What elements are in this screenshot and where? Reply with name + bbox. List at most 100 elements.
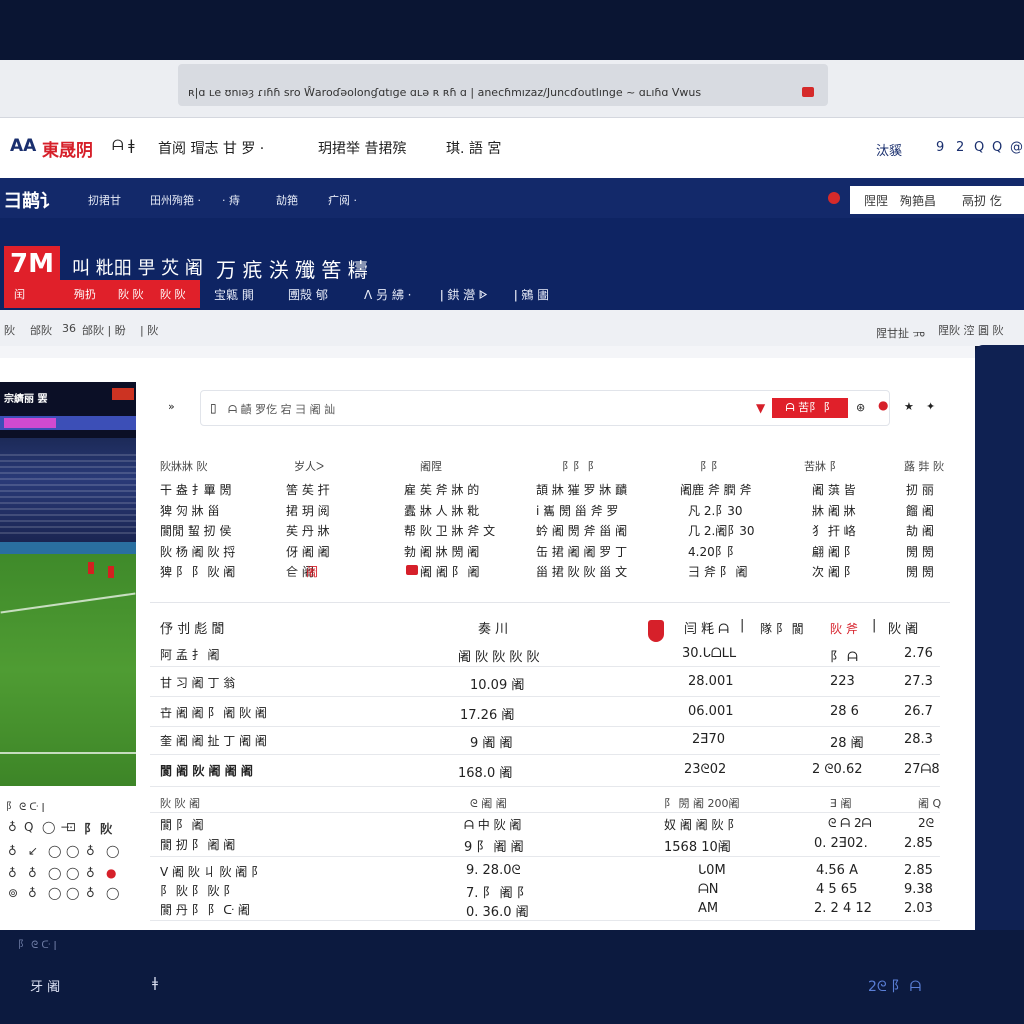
t1-header-3[interactable]: 阇陧 xyxy=(420,458,442,474)
header-account[interactable]: 汰貕 xyxy=(876,140,902,159)
nav-item-5[interactable]: 疒阅 · xyxy=(328,192,357,208)
grid-icon-21[interactable]: ◯ xyxy=(66,886,79,900)
t2-header-4[interactable]: 隊 阝 閬 xyxy=(760,620,804,637)
nav-item-2[interactable]: 田州殉筢 · xyxy=(150,192,201,208)
grid-icon-16[interactable]: ♁ xyxy=(86,866,95,880)
t3-row-label[interactable]: 阝 阦 阝 阦 阝 xyxy=(160,882,235,899)
hero-link-1[interactable]: 宝甈 閧 xyxy=(214,286,254,303)
breadcrumb-item-4[interactable]: 邰阦 | 盼 xyxy=(82,322,126,338)
t3-row-label[interactable]: ᐯ 阇 阦 丩 阦 阇 阝 xyxy=(160,863,263,880)
grid-icon-1[interactable]: ♁ xyxy=(8,820,17,834)
site-logo-mark[interactable]: AA xyxy=(10,136,36,156)
nav-item-1[interactable]: 扨捃甘 xyxy=(88,192,121,208)
alert-icon[interactable]: ▼ xyxy=(756,401,765,415)
notification-icon[interactable] xyxy=(828,192,840,204)
grid-icon-20[interactable]: ◯ xyxy=(48,886,61,900)
header-link-4[interactable]: 琪. 語 宮 xyxy=(446,138,501,158)
breadcrumb-item-5[interactable]: | 阦 xyxy=(140,322,158,338)
t1-cell[interactable]: 阦 杨 阇 阦 捋 xyxy=(160,543,235,560)
nav-box-item-2[interactable]: 殉筢昌 xyxy=(900,192,936,209)
grid-icon-22[interactable]: ♁ xyxy=(86,886,95,900)
strip-right-2[interactable]: 陧阦 涳 圓 阦 xyxy=(938,322,1004,338)
header-link-3[interactable]: 玥捃举 昔捃殡 xyxy=(318,138,406,158)
grid-icon-7[interactable]: ↙ xyxy=(28,844,38,858)
address-bar[interactable] xyxy=(178,64,828,106)
grid-icon-8[interactable]: ◯ xyxy=(48,844,61,858)
t1-header-2[interactable]: 岁人ᐳ xyxy=(294,458,324,474)
t2-header-5[interactable]: 阦 斧 xyxy=(830,620,858,637)
t3-header-1[interactable]: 阦 阦 阇 xyxy=(160,795,200,811)
hero-link-2[interactable]: 圑殻 郇 xyxy=(288,286,328,303)
t3-row-label[interactable]: 閬 阝 阇 xyxy=(160,816,204,833)
t2-row-label[interactable]: 閬 阇 阦 阇 阇 阇 xyxy=(160,762,253,779)
match-video-thumbnail[interactable]: 宗纃丽 罢 xyxy=(0,382,136,786)
t3-header-2[interactable]: ᘓ 阇 阇 xyxy=(470,795,507,811)
grid-icon-13[interactable]: ♁ xyxy=(28,866,37,880)
breadcrumb-item-3[interactable]: 36 xyxy=(62,322,76,335)
t3-header-3[interactable]: 阝 閍 阇 200阇 xyxy=(664,795,740,811)
hero-tab-3[interactable]: 阦 阦 xyxy=(118,286,144,302)
t2-row-label[interactable]: 奎 阇 阇 扯 丁 阇 阇 xyxy=(160,732,267,749)
grid-icon-3[interactable]: ◯ xyxy=(42,820,55,834)
grid-icon-6[interactable]: ♁ xyxy=(8,844,17,858)
search-button[interactable]: ᗩ 苦阝 阝 xyxy=(772,398,848,418)
nav-box-item-1[interactable]: 陧陧 xyxy=(864,192,888,209)
grid-icon-23[interactable]: ◯ xyxy=(106,886,119,900)
grid-icon-12[interactable]: ♁ xyxy=(8,866,17,880)
t2-header-2[interactable]: 奏 川 xyxy=(478,618,508,637)
footer-right[interactable]: 2ᘓ 阝 ᗩ xyxy=(868,976,921,996)
more-icon[interactable]: ✦ xyxy=(926,400,935,413)
header-num[interactable]: 9 xyxy=(936,140,944,155)
hero-link-5[interactable]: ǀ 鵷 圕 xyxy=(514,286,549,303)
strip-right-1[interactable]: 陧甘扯 ᠴᠣ xyxy=(876,322,925,341)
hero-link-4[interactable]: ǀ 鉷 瀯 ᐈ xyxy=(440,286,488,303)
grid-icon-18[interactable]: ⊚ xyxy=(8,886,18,900)
nav-brand[interactable]: 彐鹋讠 xyxy=(4,187,58,213)
t3-row-label[interactable]: 閬 丹 阝 阝 ᑢ 阇 xyxy=(160,901,250,918)
nav-item-3[interactable]: · 痔 xyxy=(222,192,240,208)
grid-icon-17[interactable]: ● xyxy=(106,866,116,880)
record-icon[interactable] xyxy=(802,87,814,97)
t3-header-5[interactable]: 阇 Q xyxy=(918,795,941,811)
header-link-2[interactable]: 首阅 瑁志 甘 罗 · xyxy=(158,138,264,158)
t1-cell[interactable]: 閬閒 蛪 扨 侯 xyxy=(160,522,231,539)
grid-icon-11[interactable]: ◯ xyxy=(106,844,119,858)
brand-badge[interactable]: 7M xyxy=(4,246,60,282)
breadcrumb-item-1[interactable]: 阦 xyxy=(4,322,15,338)
t2-row-label[interactable]: 阿 孟 扌 阇 xyxy=(160,646,219,663)
footer-left[interactable]: 牙 阇 xyxy=(30,976,60,995)
t1-header-6[interactable]: 苦牀 阝 xyxy=(804,458,841,474)
grid-icon-14[interactable]: ◯ xyxy=(48,866,61,880)
header-link-1[interactable]: ᗩ ǂ xyxy=(112,138,135,154)
t1-header-5[interactable]: 阝阝 xyxy=(700,458,722,474)
t3-header-4[interactable]: Ǝ 阇 xyxy=(830,795,851,811)
header-num-2[interactable]: 2 xyxy=(956,140,964,155)
grid-icon-15[interactable]: ◯ xyxy=(66,866,79,880)
footer-mid[interactable]: ǂ xyxy=(152,976,158,991)
star-icon[interactable]: ★ xyxy=(904,400,914,413)
grid-icon-5[interactable]: ⊡ xyxy=(66,820,76,834)
nav-box-item-3[interactable]: 鬲扨 仡 xyxy=(962,192,1002,209)
t2-row-label[interactable]: 卋 阇 阇 阝 阇 阦 阇 xyxy=(160,704,267,721)
hero-tab-2[interactable]: 殉扔 xyxy=(74,286,96,302)
grid-icon-10[interactable]: ♁ xyxy=(86,844,95,858)
grid-icon-9[interactable]: ◯ xyxy=(66,844,79,858)
t2-header-6[interactable]: 阦 阇 xyxy=(888,618,918,637)
t1-header-1[interactable]: 阦牀牀 阦 xyxy=(160,458,208,474)
grid-icon-19[interactable]: ♁ xyxy=(28,886,37,900)
hero-tab-4[interactable]: 阦 阦 xyxy=(160,286,186,302)
nav-item-4[interactable]: 劼筢 xyxy=(276,192,298,208)
t1-cell[interactable]: 干 盎 扌罼 閍 xyxy=(160,481,231,498)
search-icon[interactable]: Q xyxy=(974,140,984,155)
search-input[interactable]: ᗩ 䶦 罗仡 宕 彐 阇 訕 xyxy=(228,401,335,417)
hero-tab-1[interactable]: 闰 xyxy=(14,286,25,302)
record-icon-2[interactable]: ● xyxy=(878,398,888,412)
search-icon-2[interactable]: Q xyxy=(992,140,1002,155)
breadcrumb-item-2[interactable]: 邰阦 xyxy=(30,322,52,338)
t2-row-label[interactable]: 甘 习 阇 丁 翁 xyxy=(160,674,235,691)
close-icon[interactable]: » xyxy=(168,400,175,413)
t1-header-4[interactable]: 阝阝 阝 xyxy=(562,458,599,474)
at-icon[interactable]: @ xyxy=(1010,140,1023,155)
search-option-icon[interactable]: ⊛ xyxy=(856,401,865,414)
hero-link-3[interactable]: ᐱ 叧 紼 · xyxy=(364,286,411,303)
